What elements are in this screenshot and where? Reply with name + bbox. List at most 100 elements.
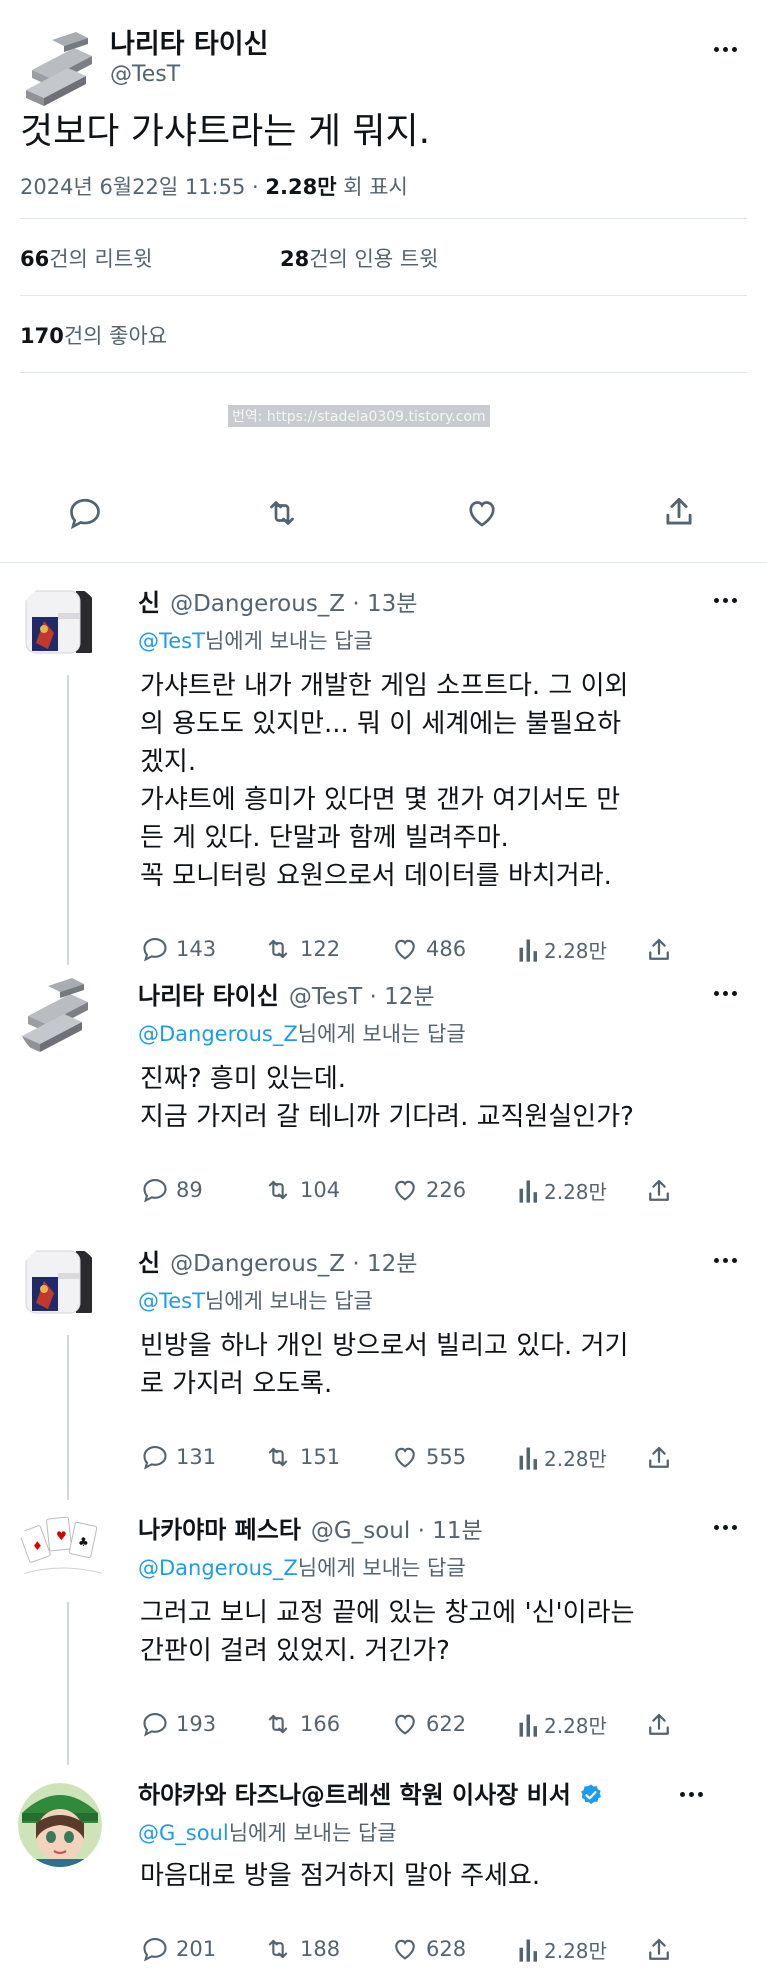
like-action[interactable]: 226 [390, 1176, 466, 1204]
share-action[interactable] [644, 1176, 674, 1206]
handle[interactable]: @Dangerous_Z [170, 591, 345, 617]
like-action[interactable]: 555 [390, 1443, 466, 1471]
divider [20, 295, 747, 296]
steel-beams-avatar-icon [26, 32, 92, 106]
divider [20, 218, 747, 219]
handle[interactable]: @TesT [110, 62, 180, 87]
retweet-icon[interactable] [262, 495, 302, 535]
reply-action[interactable]: 89 [140, 1176, 203, 1204]
translator-watermark: 번역: https://stadela0309.tistory.com [228, 405, 490, 427]
display-name[interactable]: 나리타 타이신 [138, 982, 279, 1010]
retweets-stat[interactable]: 66건의 리트윗 [20, 243, 153, 273]
reply-icon [140, 1443, 170, 1471]
views-action[interactable]: 2.28만 [518, 1176, 607, 1205]
share-action[interactable] [644, 1443, 674, 1473]
share-action[interactable] [644, 1935, 674, 1965]
avatar[interactable] [18, 1783, 102, 1867]
likes-label: 건의 좋아요 [63, 324, 168, 348]
time[interactable]: · 12분 [362, 984, 434, 1010]
retweet-count: 166 [300, 1712, 341, 1736]
tweet-text: 것보다 가샤트라는 게 뭐지. [20, 111, 431, 152]
share-icon[interactable] [660, 493, 698, 535]
like-count: 555 [426, 1445, 467, 1469]
reply-to-handle[interactable]: @Dangerous_Z [138, 1022, 298, 1046]
divider [20, 372, 747, 373]
more-options-icon[interactable] [680, 1789, 710, 1799]
display-name[interactable]: 하야카와 타즈나@트레센 학원 이사장 비서 [138, 1781, 571, 1809]
avatar[interactable] [22, 30, 102, 110]
reply-header: 나리타 타이신 @TesT · 12분 [138, 976, 435, 1011]
quotes-stat[interactable]: 28건의 인용 트윗 [280, 243, 439, 273]
retweet-icon [262, 1443, 294, 1471]
handle[interactable]: @Dangerous_Z [170, 1251, 345, 1277]
avatar[interactable] [18, 583, 102, 667]
reply-text-line: 든 게 있다. 단말과 함께 빌려주마. [140, 823, 509, 853]
avatar[interactable] [18, 976, 102, 1060]
time[interactable]: · 11분 [410, 1518, 483, 1544]
like-action[interactable]: 622 [390, 1710, 466, 1738]
reply-text-line: 빈방을 하나 개인 방으로서 빌리고 있다. 거기 [140, 1331, 629, 1361]
share-action[interactable] [644, 1710, 674, 1740]
like-icon[interactable] [462, 495, 502, 535]
reply-icon[interactable] [66, 495, 104, 535]
reply-to-suffix: 님에게 보내는 답글 [204, 1289, 373, 1313]
views-action[interactable]: 2.28만 [518, 1710, 607, 1739]
replying-to: @Dangerous_Z님에게 보내는 답글 [138, 1018, 466, 1048]
handle[interactable]: @G_soul [311, 1518, 410, 1544]
retweet-action[interactable]: 166 [262, 1710, 340, 1738]
share-action[interactable] [644, 935, 674, 965]
retweet-count: 122 [300, 937, 341, 961]
like-icon [390, 935, 420, 963]
display-name[interactable]: 나리타 타이신 [110, 22, 268, 61]
like-icon [390, 1176, 420, 1204]
reply-header: 신 @Dangerous_Z · 13분 [138, 583, 417, 618]
avatar[interactable]: ♦ ♥ ♣ [18, 1510, 108, 1594]
reply-action[interactable]: 201 [140, 1935, 216, 1963]
reply-to-handle[interactable]: @Dangerous_Z [138, 1556, 298, 1580]
retweet-action[interactable]: 122 [262, 935, 340, 963]
reply-to-handle[interactable]: @G_soul [138, 1821, 229, 1845]
retweet-action[interactable]: 104 [262, 1176, 340, 1204]
reply-text-line: 지금 가지러 갈 테니까 기다려. 교직원실인가? [140, 1102, 634, 1132]
more-options-icon[interactable] [714, 44, 744, 54]
more-options-icon[interactable] [714, 595, 744, 605]
reply-to-handle[interactable]: @TesT [138, 629, 205, 653]
more-options-icon[interactable] [714, 988, 744, 998]
like-action[interactable]: 486 [390, 935, 466, 963]
like-count: 628 [426, 1937, 467, 1961]
retweet-icon [262, 1176, 294, 1204]
reply-action[interactable]: 193 [140, 1710, 216, 1738]
views-action[interactable]: 2.28만 [518, 1443, 607, 1472]
views-action[interactable]: 2.28만 [518, 1935, 607, 1964]
quotes-label: 건의 인용 트윗 [309, 247, 439, 271]
avatar[interactable] [18, 1243, 102, 1327]
more-options-icon[interactable] [714, 1522, 744, 1532]
retweet-action[interactable]: 188 [262, 1935, 340, 1963]
views-icon [518, 936, 542, 964]
reply-text: 진짜? 흥미 있는데. 지금 가지러 갈 테니까 기다려. 교직원실인가? [140, 1060, 740, 1136]
time[interactable]: · 13분 [345, 591, 417, 617]
svg-text:♥: ♥ [56, 1529, 67, 1543]
reply-action[interactable]: 143 [140, 935, 216, 963]
views-action[interactable]: 2.28만 [518, 935, 607, 964]
reply-to-handle[interactable]: @TesT [138, 1289, 205, 1313]
reply-action[interactable]: 131 [140, 1443, 216, 1471]
display-name[interactable]: 나카야마 페스타 [138, 1516, 301, 1544]
like-action[interactable]: 628 [390, 1935, 466, 1963]
time[interactable]: · 12분 [345, 1251, 417, 1277]
more-options-icon[interactable] [714, 1255, 744, 1265]
reply-to-suffix: 님에게 보내는 답글 [297, 1556, 466, 1580]
display-name[interactable]: 신 [138, 1249, 160, 1277]
timestamp[interactable]: 2024년 6월22일 11:55 · [20, 175, 265, 199]
like-count: 226 [426, 1178, 467, 1202]
reply-count: 89 [176, 1178, 203, 1202]
likes-stat[interactable]: 170건의 좋아요 [20, 320, 167, 350]
quotes-count: 28 [280, 247, 310, 271]
reply-text-line: 꼭 모니터링 요원으로서 데이터를 바치거라. [140, 861, 612, 891]
reply-count: 131 [176, 1445, 217, 1469]
reply-text-line: 겠지. [140, 747, 197, 777]
handle[interactable]: @TesT [289, 984, 362, 1010]
like-icon [390, 1443, 420, 1471]
display-name[interactable]: 신 [138, 589, 160, 617]
retweet-action[interactable]: 151 [262, 1443, 340, 1471]
